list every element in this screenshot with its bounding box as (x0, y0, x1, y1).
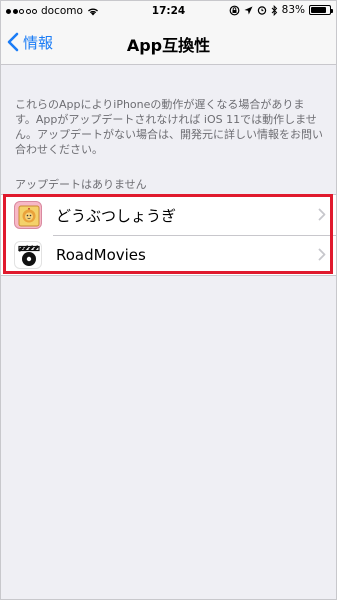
app-name: RoadMovies (56, 246, 146, 264)
status-bar: docomo 17:24 83% (1, 1, 336, 21)
location-icon (244, 6, 253, 14)
chevron-right-icon (318, 208, 326, 221)
app-row-doubutsu-shogi[interactable]: どうぶつしょうぎ (1, 195, 336, 235)
note-line: 合わせください。 (15, 143, 103, 156)
note-line: す。Appがアップデートされなければ iOS 11では動作しませ (15, 113, 317, 126)
roadmovies-icon (14, 241, 42, 269)
section-header: アップデートはありません (15, 178, 147, 191)
note-line: ん。アップデートがない場合は、開発元に詳しい情報をお問い (15, 128, 323, 141)
page-title: App互換性 (126, 36, 211, 55)
bluetooth-icon (271, 4, 277, 16)
note-line: これらのAppによりiPhoneの動作が遅くなる場合がありま (15, 98, 305, 111)
battery-icon (309, 5, 333, 15)
compatibility-note: これらのAppによりiPhoneの動作が遅くなる場合がありま す。Appがアップ… (15, 97, 327, 157)
rotation-lock-icon (229, 5, 240, 15)
status-right: 83% (229, 4, 333, 16)
battery-percent: 83% (281, 4, 305, 16)
navigation-bar: 情報 App互換性 (1, 21, 336, 65)
chevron-right-icon (318, 248, 326, 261)
doubutsu-shogi-icon (14, 201, 42, 229)
battery-level-fill (311, 7, 326, 13)
alarm-icon (257, 6, 266, 15)
app-row-roadmovies[interactable]: RoadMovies (1, 235, 336, 275)
app-list: どうぶつしょうぎ RoadMovies (1, 194, 336, 276)
app-name: どうぶつしょうぎ (56, 206, 177, 225)
screen: docomo 17:24 83% 情報 App互換性 これらのAppによりiPh… (0, 0, 337, 600)
